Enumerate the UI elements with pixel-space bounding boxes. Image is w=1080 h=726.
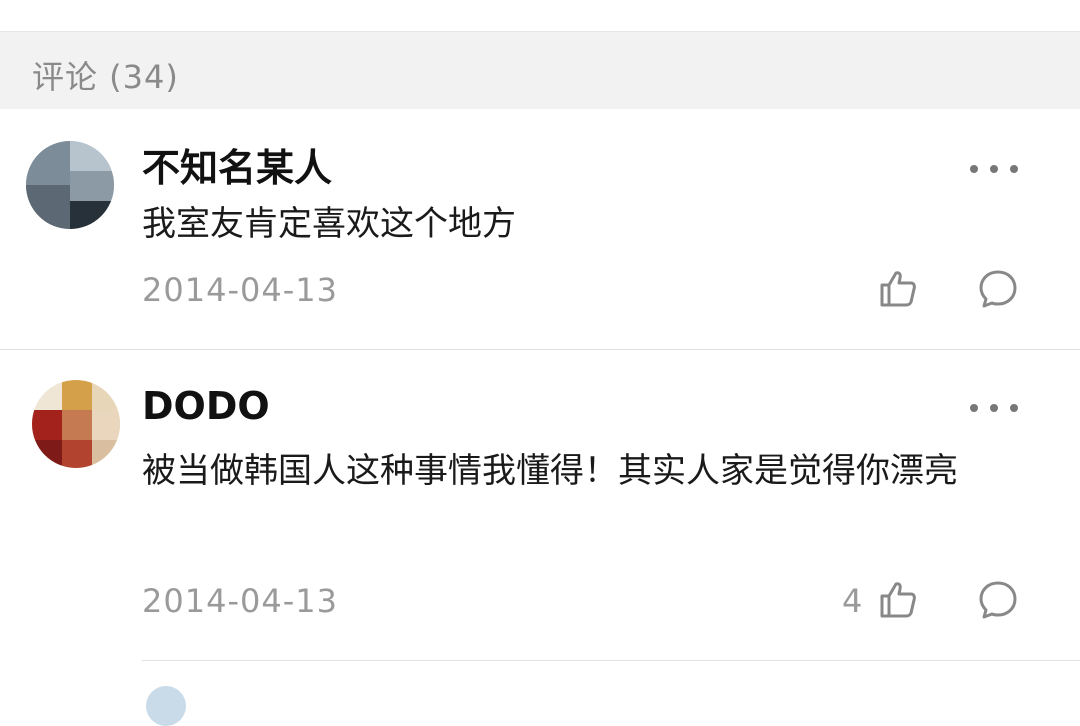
- username[interactable]: DODO: [142, 384, 270, 428]
- thumbs-up-icon[interactable]: [876, 267, 920, 311]
- comment-bubble-icon[interactable]: [976, 267, 1020, 311]
- comment-item: 不知名某人 我室友肯定喜欢这个地方 2014-04-13: [0, 109, 1080, 349]
- top-blank-area: [0, 0, 1080, 31]
- divider: [142, 660, 1080, 661]
- avatar[interactable]: [26, 141, 114, 229]
- like-count: 4: [842, 582, 863, 620]
- more-dots-icon[interactable]: [968, 159, 1020, 179]
- comment-date: 2014-04-13: [142, 271, 338, 309]
- comment-text: 被当做韩国人这种事情我懂得！其实人家是觉得你漂亮: [142, 451, 958, 491]
- avatar[interactable]: [32, 380, 120, 468]
- username[interactable]: 不知名某人: [142, 137, 332, 192]
- comments-count-title: 评论 (34): [32, 58, 179, 96]
- comment-text: 我室友肯定喜欢这个地方: [142, 204, 516, 244]
- comment-item: DODO 被当做韩国人这种事情我懂得！其实人家是觉得你漂亮 2014-04-13…: [0, 350, 1080, 660]
- comments-section-header: 评论 (34): [0, 31, 1080, 109]
- comment-bubble-icon[interactable]: [976, 578, 1020, 622]
- comment-date: 2014-04-13: [142, 582, 338, 620]
- avatar[interactable]: [146, 686, 186, 726]
- more-dots-icon[interactable]: [968, 398, 1020, 418]
- thumbs-up-icon[interactable]: [876, 578, 920, 622]
